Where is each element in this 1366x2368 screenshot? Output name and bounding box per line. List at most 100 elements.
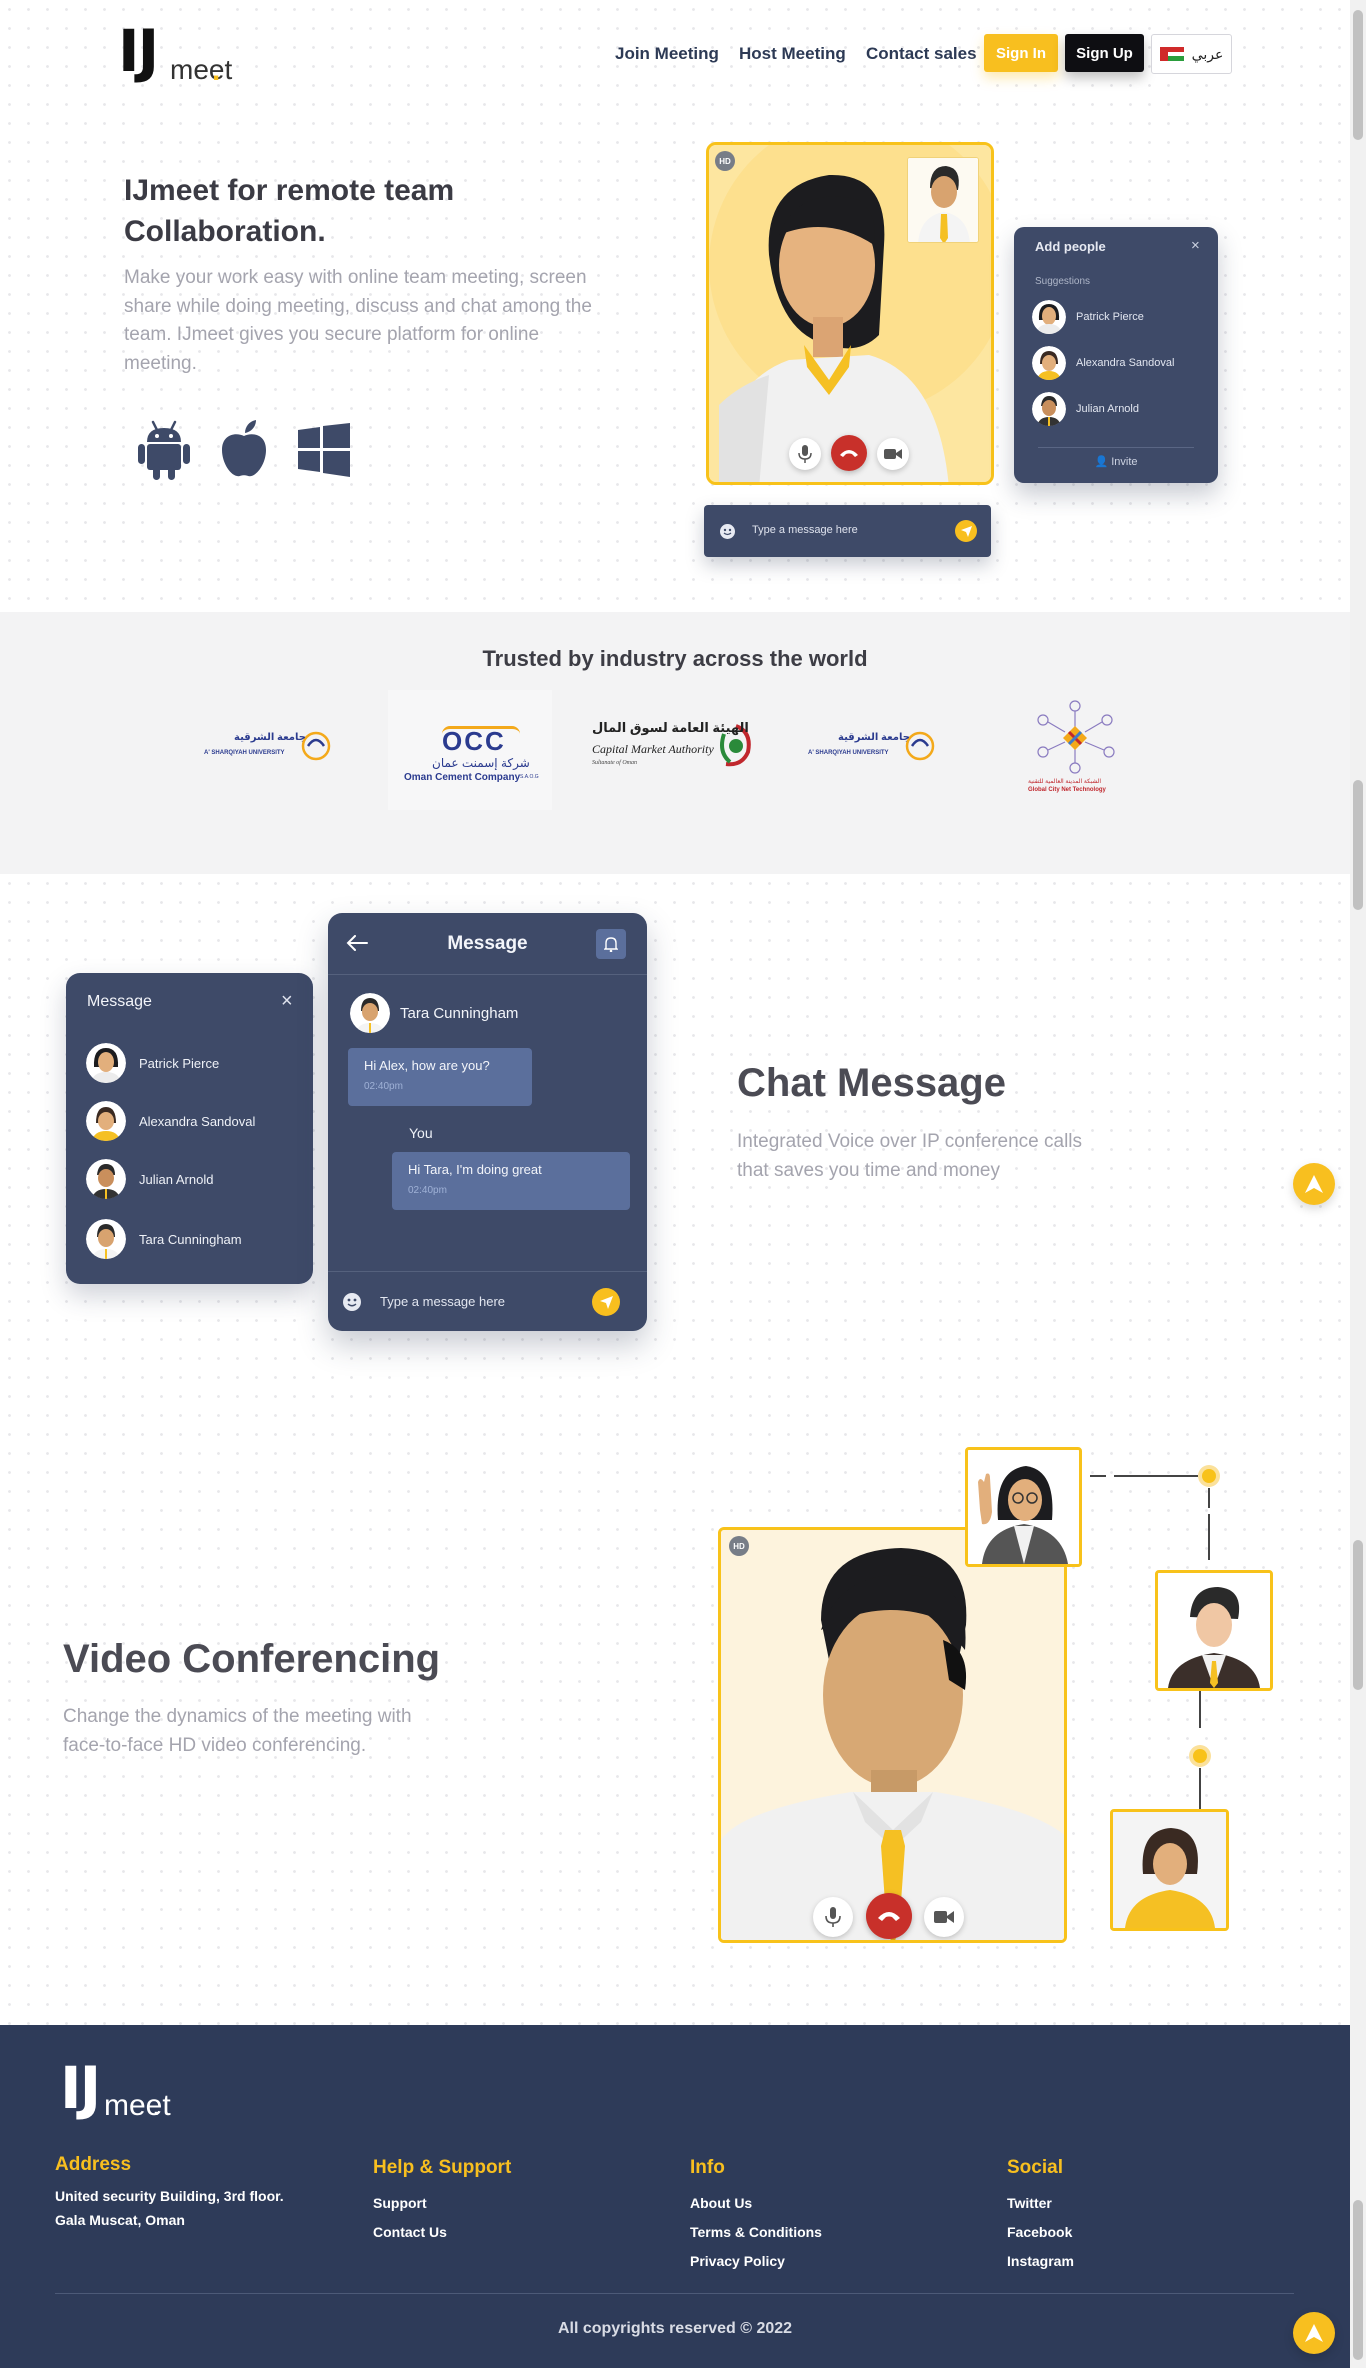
message-text: Hi Tara, I'm doing great xyxy=(408,1162,542,1177)
mute-mic-button[interactable] xyxy=(813,1897,853,1937)
message-text: Hi Alex, how are you? xyxy=(364,1058,490,1073)
close-icon[interactable]: × xyxy=(281,990,293,1013)
partner-arabic: شركة إسمنت عمان xyxy=(432,756,530,770)
logo-word: meet xyxy=(104,2089,171,2122)
footer-link-support[interactable]: Support xyxy=(373,2195,427,2211)
mute-mic-button[interactable] xyxy=(789,438,821,470)
sign-up-button[interactable]: Sign Up xyxy=(1065,34,1144,72)
chat-contact-header[interactable]: Tara Cunningham xyxy=(350,993,518,1033)
arrow-up-icon xyxy=(1305,1175,1323,1193)
footer-address-line-1: United security Building, 3rd floor. xyxy=(55,2188,284,2204)
footer-help-heading: Help & Support xyxy=(373,2157,512,2178)
footer-link-instagram[interactable]: Instagram xyxy=(1007,2253,1074,2269)
contact-name: Julian Arnold xyxy=(139,1171,214,1187)
trusted-section: Trusted by industry across the world جام… xyxy=(0,612,1350,874)
scrollbar-thumb[interactable] xyxy=(1353,10,1363,140)
scroll-to-top-button[interactable] xyxy=(1293,2312,1335,2354)
end-call-button[interactable] xyxy=(866,1893,912,1939)
site-logo[interactable]: IJ meet . xyxy=(118,22,232,88)
partner-name: Global City Net Technology xyxy=(1028,787,1106,793)
suggestion-name: Patrick Pierce xyxy=(1076,311,1144,323)
language-label: عربي xyxy=(1191,45,1224,62)
add-people-title: Add people xyxy=(1035,239,1106,254)
contact-item[interactable]: Tara Cunningham xyxy=(86,1219,242,1259)
camera-toggle-button[interactable] xyxy=(924,1897,964,1937)
contact-item[interactable]: Alexandra Sandoval xyxy=(86,1101,255,1141)
hang-up-icon xyxy=(840,450,858,457)
hero-description: Make your work easy with online team mee… xyxy=(124,267,592,374)
footer-link-privacy[interactable]: Privacy Policy xyxy=(690,2253,785,2269)
video-heading: Video Conferencing xyxy=(63,1637,441,1681)
add-user-icon: 👤 xyxy=(1094,456,1109,468)
footer-link-facebook[interactable]: Facebook xyxy=(1007,2224,1072,2240)
contact-item[interactable]: Patrick Pierce xyxy=(86,1043,219,1083)
divider xyxy=(1038,447,1194,448)
footer-address-line-2: Gala Muscat, Oman xyxy=(55,2212,185,2228)
footer-address-heading: Address xyxy=(55,2154,132,2175)
partner-name: A' SHARQIYAH UNIVERSITY xyxy=(808,750,889,756)
suggestion-name: Julian Arnold xyxy=(1076,403,1139,415)
partner-arabic: الشبكة المدينة العالمية للتقنية xyxy=(1028,779,1102,785)
man-participant-illustration xyxy=(1158,1573,1270,1688)
video-call-preview: HD xyxy=(706,142,994,485)
scrollbar-thumb[interactable] xyxy=(1353,2200,1363,2360)
suggestion-item[interactable]: Julian Arnold xyxy=(1032,391,1139,427)
send-button[interactable] xyxy=(592,1288,620,1316)
suggestion-item[interactable]: Alexandra Sandoval xyxy=(1032,345,1174,381)
footer-link-contact-us[interactable]: Contact Us xyxy=(373,2224,447,2240)
logo-dot: . xyxy=(212,54,221,87)
close-icon[interactable]: × xyxy=(1191,237,1200,254)
chat-message-input[interactable]: Type a message here xyxy=(380,1294,505,1309)
language-switcher[interactable]: عربي xyxy=(1151,34,1232,74)
chat-header: Message xyxy=(328,913,647,975)
scrollbar-thumb[interactable] xyxy=(1353,780,1363,910)
message-input[interactable]: Type a message here xyxy=(752,524,858,536)
apple-icon[interactable] xyxy=(218,420,270,483)
participant-video-2 xyxy=(1155,1570,1273,1691)
emoji-icon[interactable] xyxy=(720,524,735,539)
emoji-icon[interactable] xyxy=(343,1293,361,1311)
message-list-panel: Message × Patrick Pierce Alexandra Sando… xyxy=(66,973,313,1284)
participant-video-1 xyxy=(965,1447,1082,1567)
android-icon[interactable] xyxy=(138,420,190,485)
video-camera-icon xyxy=(934,1911,954,1923)
footer-copyright: All copyrights reserved © 2022 xyxy=(557,2320,793,2337)
invite-button[interactable]: 👤 Invite xyxy=(1014,455,1218,468)
windows-icon[interactable] xyxy=(298,423,350,482)
partner-name: Oman Cement Company xyxy=(404,772,521,783)
suggestion-item[interactable]: Patrick Pierce xyxy=(1032,299,1144,335)
scrollbar-thumb[interactable] xyxy=(1353,1540,1363,1690)
partner-arabic: جامعة الشرقية xyxy=(838,732,910,743)
nav-host-meeting[interactable]: Host Meeting xyxy=(739,44,846,64)
nav-contact-sales[interactable]: Contact sales xyxy=(866,44,977,64)
hero-title: IJmeet for remote team Collaboration. xyxy=(124,174,455,248)
footer-social-heading: Social xyxy=(1007,2157,1063,2178)
sign-in-button[interactable]: Sign In xyxy=(984,34,1058,72)
notification-button[interactable] xyxy=(596,929,626,959)
partner-logo-sharqiyah: جامعة الشرقية A' SHARQIYAH UNIVERSITY xyxy=(204,722,334,768)
message-time: 02:40pm xyxy=(364,1081,403,1092)
partner-name: A' SHARQIYAH UNIVERSITY xyxy=(204,750,285,756)
page-scrollbar[interactable] xyxy=(1350,0,1366,2368)
hang-up-icon xyxy=(878,1912,900,1921)
scroll-to-top-button[interactable] xyxy=(1293,1163,1335,1205)
nav-join-meeting[interactable]: Join Meeting xyxy=(615,44,719,64)
send-button[interactable] xyxy=(955,520,977,542)
avatar xyxy=(1032,346,1066,380)
site-footer: IJ meet . Address United security Buildi… xyxy=(0,2025,1350,2368)
partner-logo-sharqiyah-2: جامعة الشرقية A' SHARQIYAH UNIVERSITY xyxy=(808,722,938,768)
contact-item[interactable]: Julian Arnold xyxy=(86,1159,213,1199)
footer-link-twitter[interactable]: Twitter xyxy=(1007,2195,1052,2211)
footer-logo[interactable]: IJ meet . xyxy=(60,2059,171,2125)
partner-arabic: جامعة الشرقية xyxy=(234,732,306,743)
arrow-up-icon xyxy=(1305,2324,1323,2342)
footer-link-terms[interactable]: Terms & Conditions xyxy=(690,2224,822,2240)
message-input-bar: Type a message here xyxy=(704,505,991,557)
main-video-frame: HD xyxy=(718,1527,1067,1943)
hijab-woman-illustration xyxy=(968,1450,1079,1564)
footer-link-about-us[interactable]: About Us xyxy=(690,2195,752,2211)
avatar xyxy=(86,1219,126,1259)
partner-logo-oman-cement: OCC شركة إسمنت عمان Oman Cement Company … xyxy=(388,690,552,810)
end-call-button[interactable] xyxy=(831,435,867,471)
camera-toggle-button[interactable] xyxy=(877,438,909,470)
